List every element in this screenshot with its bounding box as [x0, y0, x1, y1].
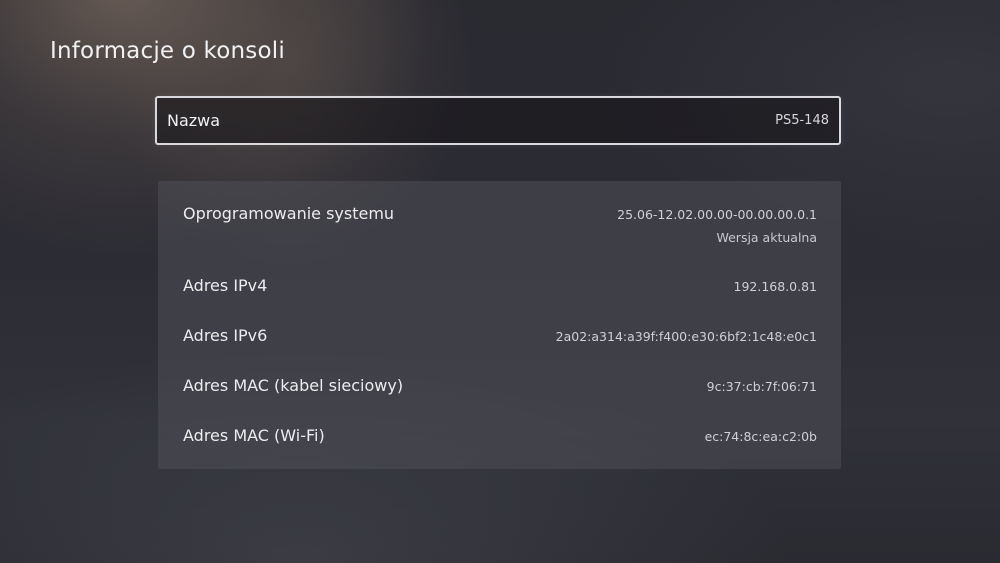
console-name-label: Nazwa — [167, 111, 221, 130]
info-row-ipv4: Adres IPv4 192.168.0.81 — [183, 276, 817, 295]
ipv4-value: 192.168.0.81 — [733, 279, 818, 294]
info-row-mac-ethernet: Adres MAC (kabel sieciowy) 9c:37:cb:7f:0… — [183, 376, 817, 395]
page-title: Informacje o konsoli — [50, 38, 285, 64]
system-software-value-group: 25.06-12.02.00.00-00.00.00.0.1 Wersja ak… — [617, 204, 817, 245]
info-row-mac-wifi: Adres MAC (Wi-Fi) ec:74:8c:ea:c2:0b — [183, 426, 817, 445]
system-software-version: 25.06-12.02.00.00-00.00.00.0.1 — [617, 207, 817, 222]
ipv6-value: 2a02:a314:a39f:f400:e30:6bf2:1c48:e0c1 — [555, 329, 817, 344]
console-name-row[interactable]: Nazwa PS5-148 — [155, 96, 841, 145]
console-info-panel: Oprogramowanie systemu 25.06-12.02.00.00… — [158, 181, 841, 469]
mac-ethernet-value: 9c:37:cb:7f:06:71 — [706, 379, 817, 394]
system-software-label: Oprogramowanie systemu — [183, 204, 395, 223]
info-row-system-software: Oprogramowanie systemu 25.06-12.02.00.00… — [183, 204, 817, 245]
console-name-value: PS5-148 — [775, 113, 829, 128]
ipv4-label: Adres IPv4 — [183, 276, 268, 295]
info-row-ipv6: Adres IPv6 2a02:a314:a39f:f400:e30:6bf2:… — [183, 326, 817, 345]
mac-wifi-label: Adres MAC (Wi-Fi) — [183, 426, 325, 445]
mac-ethernet-label: Adres MAC (kabel sieciowy) — [183, 376, 404, 395]
ipv6-label: Adres IPv6 — [183, 326, 268, 345]
system-software-status: Wersja aktualna — [716, 230, 817, 245]
mac-wifi-value: ec:74:8c:ea:c2:0b — [704, 429, 817, 444]
